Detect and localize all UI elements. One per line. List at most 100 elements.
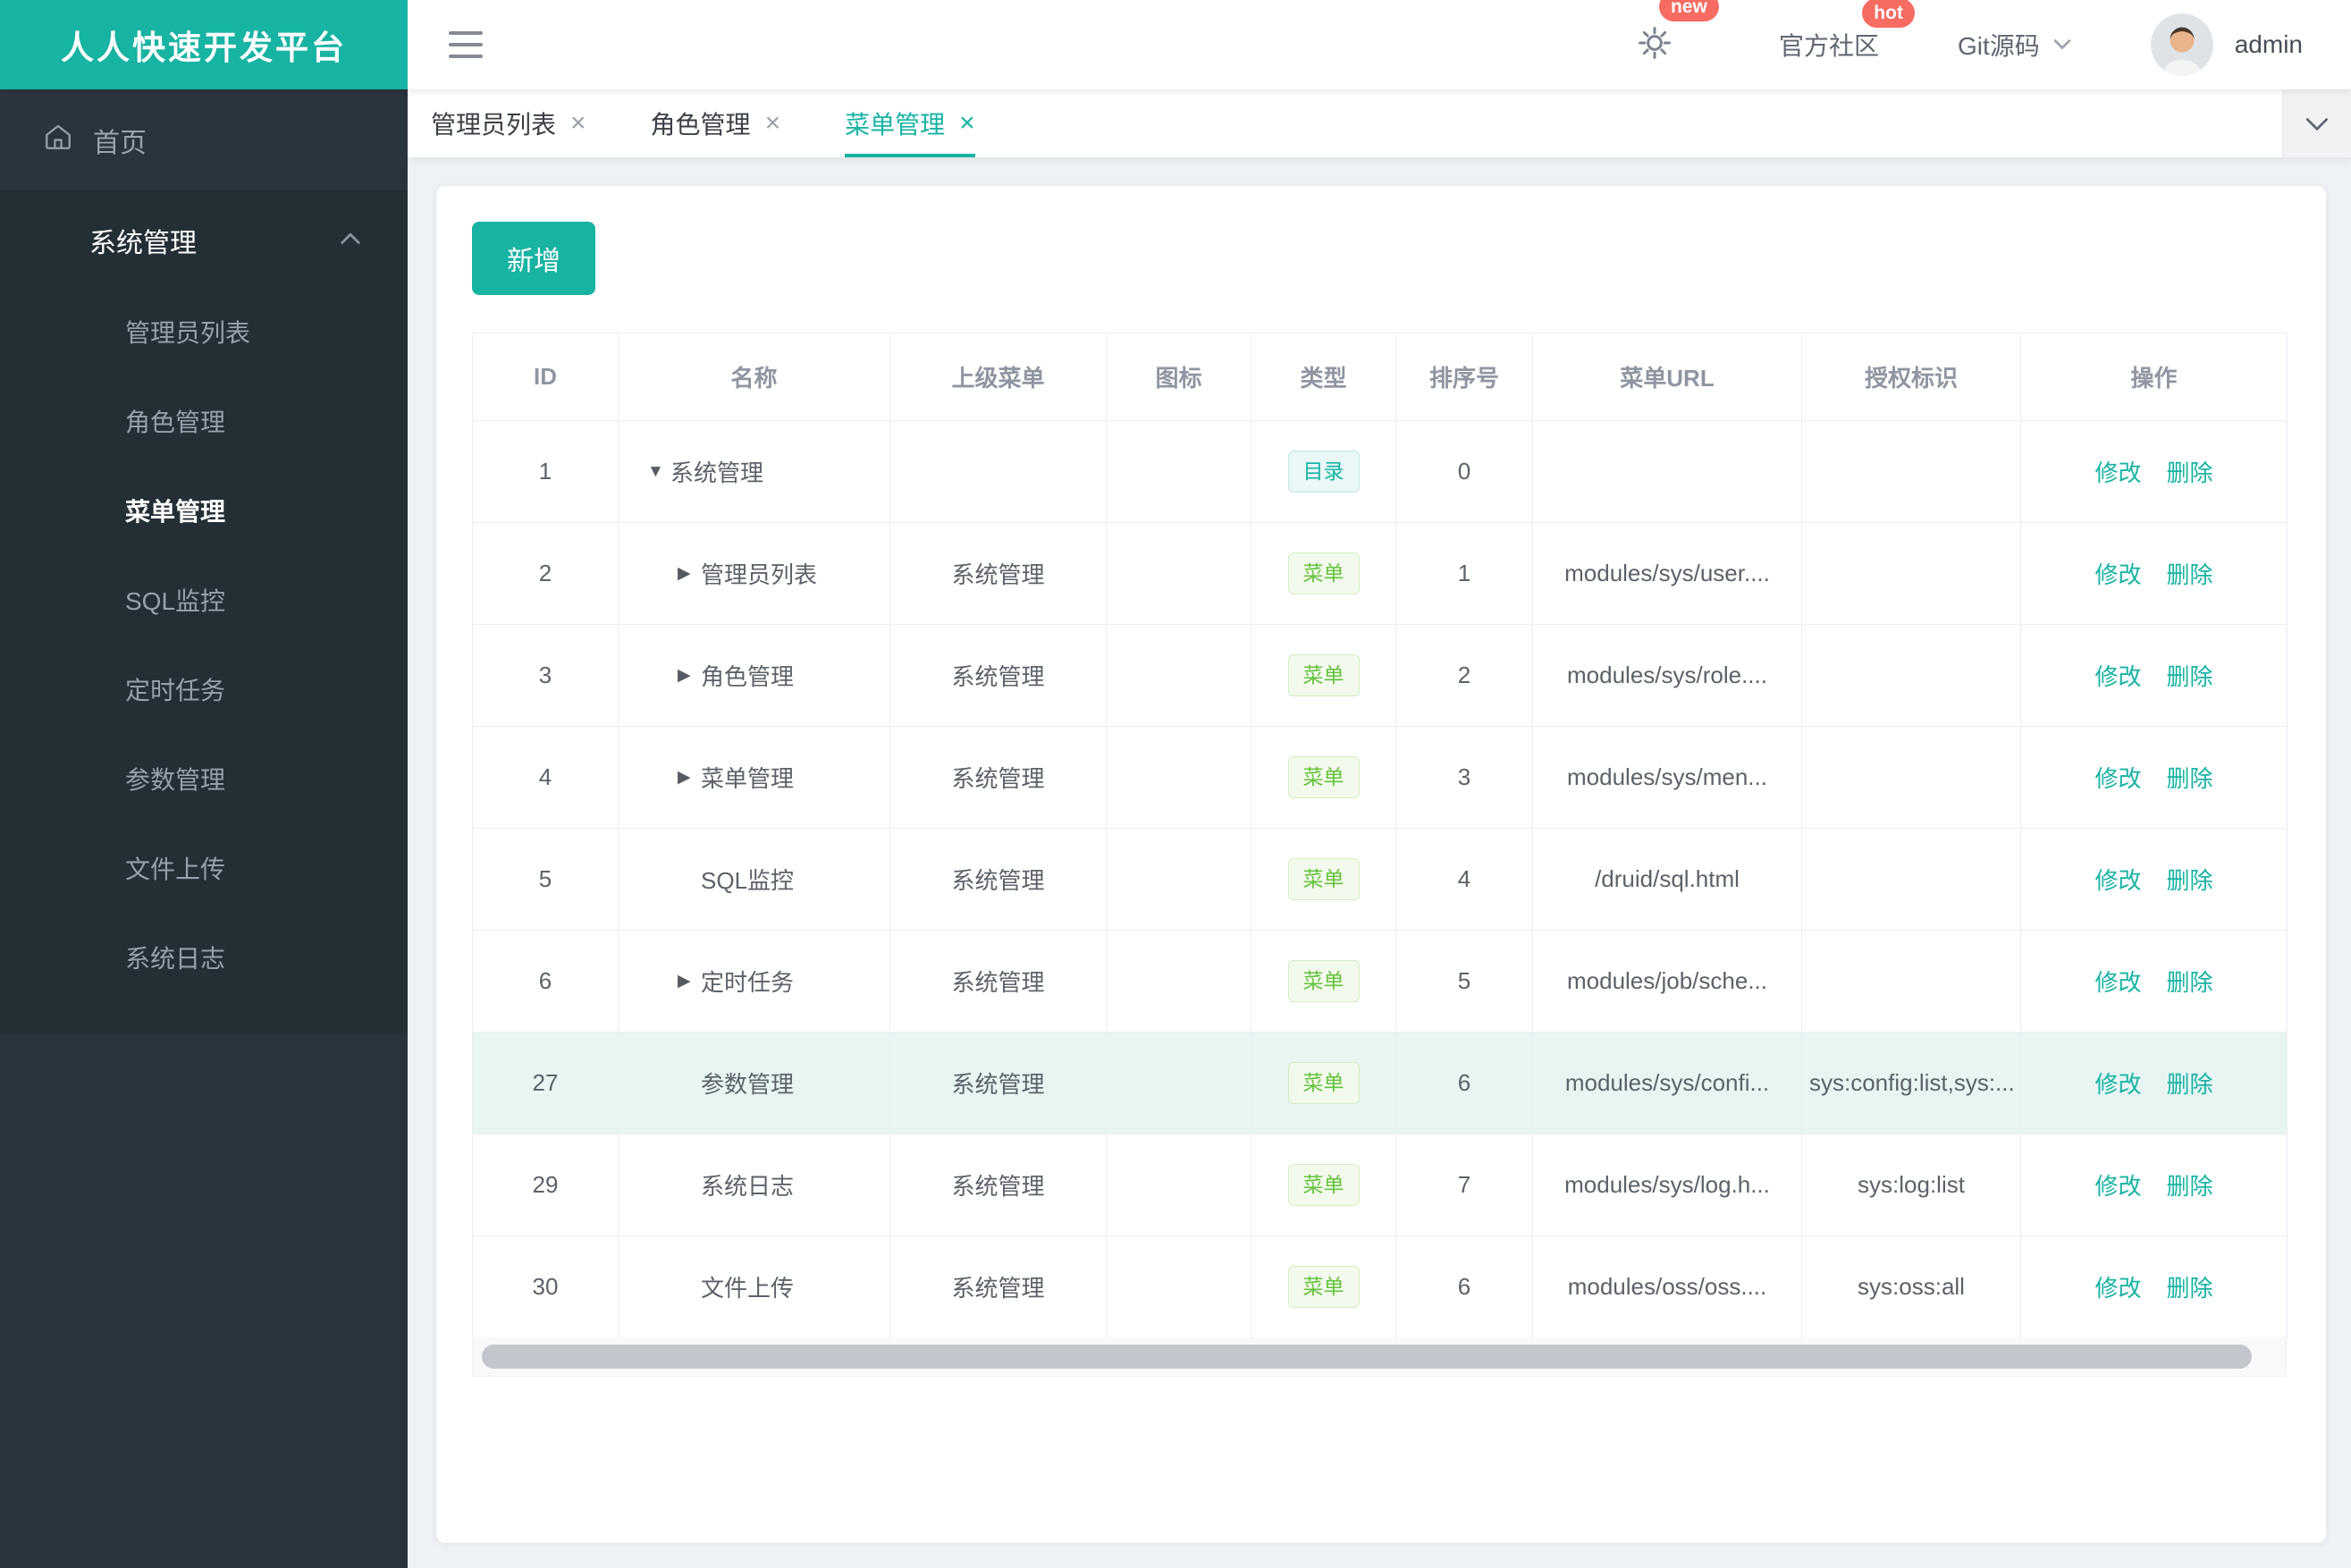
cell-parent-menu: 系统管理: [889, 828, 1107, 931]
sidebar-item[interactable]: SQL监控: [0, 557, 408, 646]
cell-operations: 修改 删除: [2020, 1235, 2288, 1338]
main-content: 新增 ID 名称 上级菜单 图标 类型 排序号 菜单URL 授权标识 操作 1 ▼ 系统管理 目录 0 修…: [408, 158, 2351, 1568]
cell-permission: [1801, 522, 2021, 625]
table-row: 29 系统日志 系统管理 菜单 7 modules/sys/log.h... sys:log…: [472, 1134, 2288, 1236]
menu-name-label: 角色管理: [701, 663, 795, 690]
sidebar-item[interactable]: 菜单管理: [0, 468, 408, 557]
close-tab-icon[interactable]: ×: [765, 110, 781, 137]
column-header: ID: [472, 333, 619, 421]
sidebar-submenu: 管理员列表 角色管理 菜单管理 SQL监控 定时任务 参数管理 文件上传 系统日志: [0, 289, 408, 1004]
tab-item[interactable]: 管理员列表 ×: [431, 89, 586, 157]
cell-permission: [1801, 930, 2021, 1033]
edit-link[interactable]: 修改: [2094, 1173, 2141, 1200]
tab-list-dropdown-button[interactable]: [2282, 89, 2351, 157]
column-header: 菜单URL: [1532, 333, 1802, 421]
cell-name: 参数管理: [618, 1032, 890, 1134]
horizontal-scrollbar-thumb[interactable]: [482, 1345, 2252, 1369]
delete-link[interactable]: 删除: [2167, 663, 2213, 690]
tab-label: 菜单管理: [845, 111, 946, 139]
table-row: 4 ▶ 菜单管理 系统管理 菜单 3 modules/sys/men... 修改 删除: [472, 726, 2288, 829]
menu-name-label: 文件上传: [701, 1275, 795, 1302]
community-link[interactable]: 官方社区 hot: [1779, 0, 1915, 63]
cell-menu-url: /druid/sql.html: [1532, 828, 1802, 931]
expand-arrow-icon[interactable]: ▶: [678, 565, 701, 582]
expand-arrow-icon[interactable]: ▶: [678, 973, 701, 990]
sidebar-item[interactable]: 定时任务: [0, 646, 408, 736]
name-cell-content: 系统日志: [626, 1168, 882, 1201]
tab-label: 管理员列表: [431, 111, 557, 139]
name-cell-content: 参数管理: [626, 1066, 882, 1100]
menu-name-label: 系统管理: [670, 459, 764, 486]
edit-link[interactable]: 修改: [2094, 1275, 2141, 1302]
cell-type: 菜单: [1251, 726, 1396, 829]
sidebar-item[interactable]: 角色管理: [0, 378, 408, 468]
cell-id: 5: [472, 828, 619, 931]
table-row: 27 参数管理 系统管理 菜单 6 modules/sys/confi... sys:con…: [472, 1032, 2288, 1134]
sidebar-item[interactable]: 文件上传: [0, 825, 408, 915]
column-header: 授权标识: [1801, 333, 2021, 421]
cell-icon: [1106, 1235, 1251, 1338]
expand-arrow-icon[interactable]: ▶: [678, 769, 701, 786]
cell-menu-url: modules/sys/confi...: [1532, 1032, 1802, 1134]
delete-link[interactable]: 删除: [2167, 1275, 2213, 1302]
sidebar-item-home[interactable]: 首页: [0, 89, 408, 190]
sidebar-item[interactable]: 管理员列表: [0, 289, 408, 378]
delete-link[interactable]: 删除: [2167, 969, 2213, 996]
name-cell-content: ▼ 系统管理: [626, 455, 882, 488]
sidebar-item[interactable]: 参数管理: [0, 736, 408, 825]
cell-parent-menu: 系统管理: [889, 624, 1107, 727]
hot-badge: hot: [1862, 0, 1915, 29]
table-row: 3 ▶ 角色管理 系统管理 菜单 2 modules/sys/role.... 修改 删除: [472, 624, 2288, 727]
git-source-dropdown[interactable]: Git源码: [1958, 27, 2071, 63]
column-header: 排序号: [1395, 333, 1533, 421]
edit-link[interactable]: 修改: [2094, 765, 2141, 792]
sidebar-group-title[interactable]: 系统管理: [0, 191, 408, 289]
delete-link[interactable]: 删除: [2167, 459, 2213, 486]
sidebar: 首页 系统管理 管理员列表 角色管理 菜单管理 SQL监控 定时任务 参数管理 文件上传 系统…: [0, 89, 408, 1568]
column-header: 图标: [1106, 333, 1251, 421]
cell-operations: 修改 删除: [2020, 522, 2288, 625]
chevron-down-icon: [2305, 108, 2329, 131]
edit-link[interactable]: 修改: [2094, 561, 2141, 588]
tab-label: 角色管理: [650, 111, 751, 139]
tab-item[interactable]: 菜单管理 ×: [845, 89, 975, 157]
cell-icon: [1106, 522, 1251, 625]
column-header: 类型: [1251, 333, 1396, 421]
tab-item[interactable]: 角色管理 ×: [651, 89, 781, 157]
cell-name: SQL监控: [618, 828, 890, 931]
cell-name: ▶ 角色管理: [618, 624, 890, 727]
cell-permission: [1801, 624, 2021, 727]
sidebar-item[interactable]: 系统日志: [0, 915, 408, 1004]
expand-arrow-icon[interactable]: ▶: [678, 667, 701, 684]
edit-link[interactable]: 修改: [2094, 969, 2141, 996]
cell-id: 30: [472, 1235, 619, 1338]
delete-link[interactable]: 删除: [2167, 561, 2213, 588]
edit-link[interactable]: 修改: [2094, 867, 2141, 894]
collapse-arrow-icon[interactable]: ▼: [647, 463, 670, 480]
type-tag: 菜单: [1287, 756, 1360, 798]
delete-link[interactable]: 删除: [2167, 1173, 2213, 1200]
cell-type: 菜单: [1251, 1032, 1396, 1134]
table-row: 6 ▶ 定时任务 系统管理 菜单 5 modules/job/sche... 修改 删除: [472, 930, 2288, 1033]
cell-id: 29: [472, 1134, 619, 1236]
tab-bar-tabs: 管理员列表 × 角色管理 × 菜单管理 ×: [408, 89, 1040, 157]
chevron-down-icon: [2052, 31, 2071, 50]
settings-button[interactable]: new: [1636, 0, 1719, 66]
cell-order: 1: [1395, 522, 1533, 625]
menu-name-label: 菜单管理: [701, 765, 795, 792]
close-tab-icon[interactable]: ×: [570, 110, 586, 137]
avatar[interactable]: [2150, 13, 2213, 76]
edit-link[interactable]: 修改: [2094, 1071, 2141, 1098]
delete-link[interactable]: 删除: [2167, 867, 2213, 894]
username-label[interactable]: admin: [2235, 30, 2303, 59]
add-button[interactable]: 新增: [472, 222, 595, 295]
hamburger-menu-icon[interactable]: [449, 31, 483, 58]
cell-menu-url: modules/job/sche...: [1532, 930, 1802, 1033]
close-tab-icon[interactable]: ×: [959, 110, 975, 137]
cell-permission: [1801, 828, 2021, 931]
home-icon: [43, 122, 73, 159]
edit-link[interactable]: 修改: [2094, 459, 2141, 486]
delete-link[interactable]: 删除: [2167, 765, 2213, 792]
edit-link[interactable]: 修改: [2094, 663, 2141, 690]
delete-link[interactable]: 删除: [2167, 1071, 2213, 1098]
